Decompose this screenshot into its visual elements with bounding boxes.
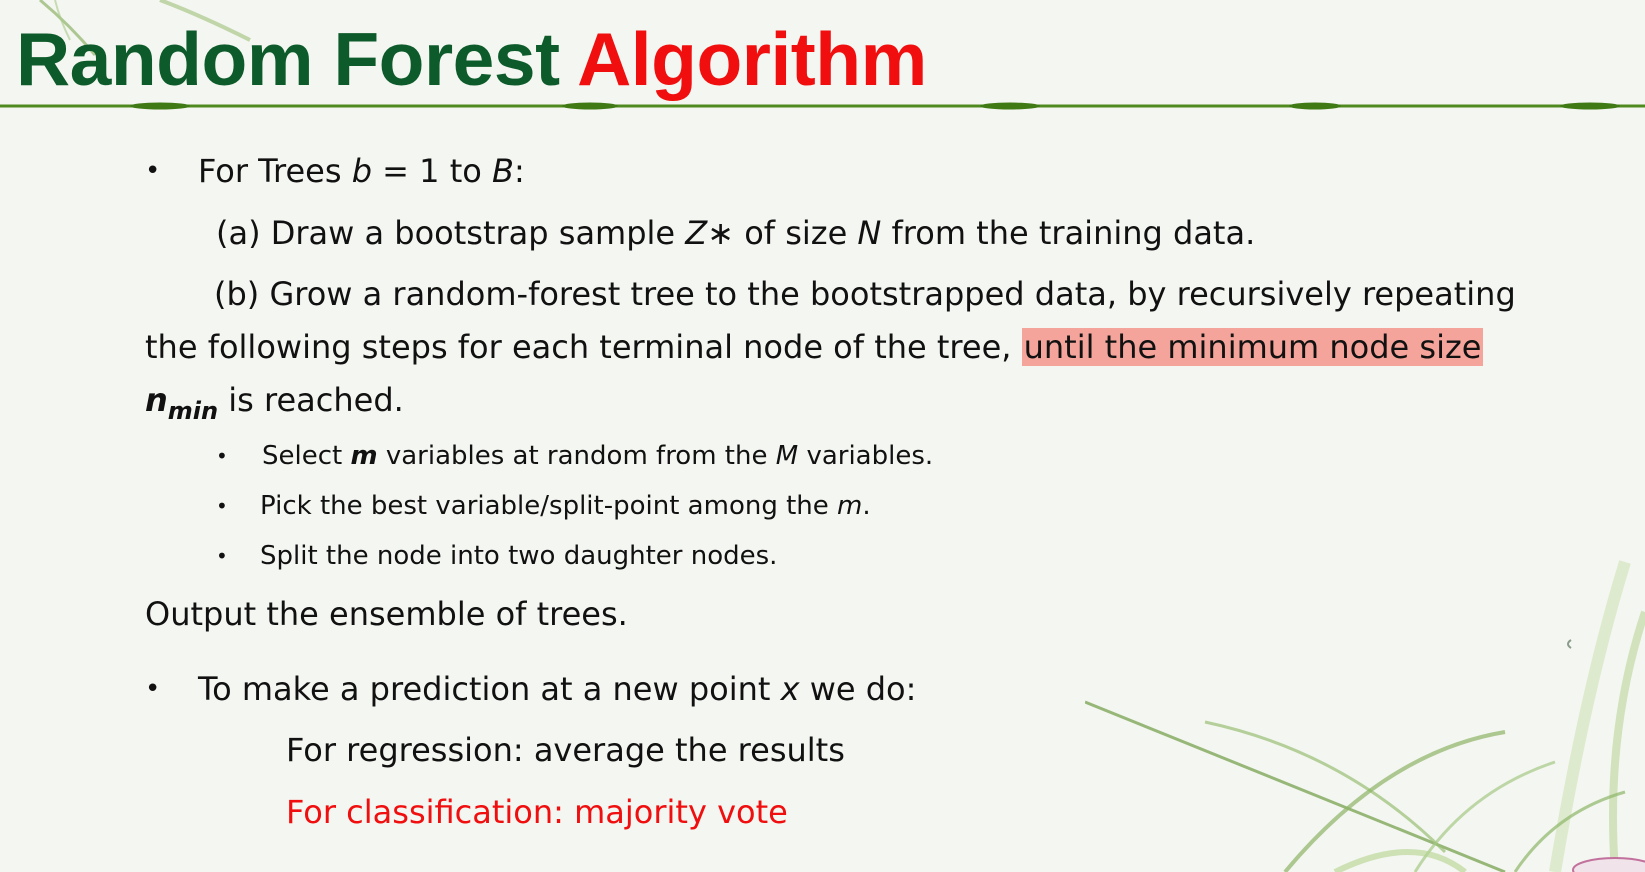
step-a: (a) Draw a bootstrap sample Z∗ of size N… <box>216 213 1255 253</box>
bullet-icon: • <box>216 444 228 468</box>
text: : <box>513 152 525 190</box>
text: . <box>862 491 871 521</box>
var-n: N <box>857 214 882 252</box>
slide: Random Forest Algorithm • For Trees b = … <box>0 0 1645 872</box>
sub-bullet-pick: Pick the best variable/split-point among… <box>260 489 871 523</box>
text: variables. <box>798 441 934 471</box>
regression-line: For regression: average the results <box>286 731 845 769</box>
text: To make a prediction at a new point <box>198 670 781 708</box>
text: Select <box>262 441 351 471</box>
text: is reached. <box>218 381 404 419</box>
slide-content: • For Trees b = 1 to B: (a) Draw a boots… <box>0 0 1645 872</box>
highlighted-phrase: until the minimum node size <box>1021 328 1484 366</box>
subscript-min: min <box>167 397 219 425</box>
var-x: x <box>780 670 800 708</box>
bullet-for-trees: For Trees b = 1 to B: <box>198 151 525 191</box>
text: variables at random from the <box>377 441 776 471</box>
var-m: m <box>837 491 863 521</box>
step-b-line1: (b) Grow a random-forest tree to the boo… <box>214 275 1516 313</box>
text: we do: <box>799 670 917 708</box>
sub-bullet-split: Split the node into two daughter nodes. <box>260 541 778 571</box>
classification-line: For classification: majority vote <box>286 793 788 831</box>
var-z: Z∗ <box>685 214 735 252</box>
sub-bullet-select: Select m variables at random from the M … <box>262 439 933 473</box>
step-b-line2: the following steps for each terminal no… <box>145 327 1484 367</box>
step-b-line3: nmin is reached. <box>145 380 404 431</box>
bullet-icon: • <box>216 494 228 518</box>
bullet-prediction: To make a prediction at a new point x we… <box>198 669 916 709</box>
output-line: Output the ensemble of trees. <box>145 595 628 633</box>
bullet-icon: • <box>145 156 161 186</box>
text: the following steps for each terminal no… <box>145 328 1022 366</box>
text: from the training data. <box>881 214 1256 252</box>
text: Pick the best variable/split-point among… <box>260 491 838 521</box>
text: = 1 to <box>372 152 492 190</box>
var-B: B <box>491 152 514 190</box>
text: (a) Draw a bootstrap sample <box>216 214 686 252</box>
text: For Trees <box>198 152 352 190</box>
var-n-min: n <box>145 381 168 419</box>
var-M: M <box>775 441 799 471</box>
text: of size <box>734 214 858 252</box>
var-m: m <box>350 441 378 471</box>
var-b: b <box>351 152 372 190</box>
bullet-icon: • <box>216 544 228 568</box>
bullet-icon: • <box>145 674 161 704</box>
